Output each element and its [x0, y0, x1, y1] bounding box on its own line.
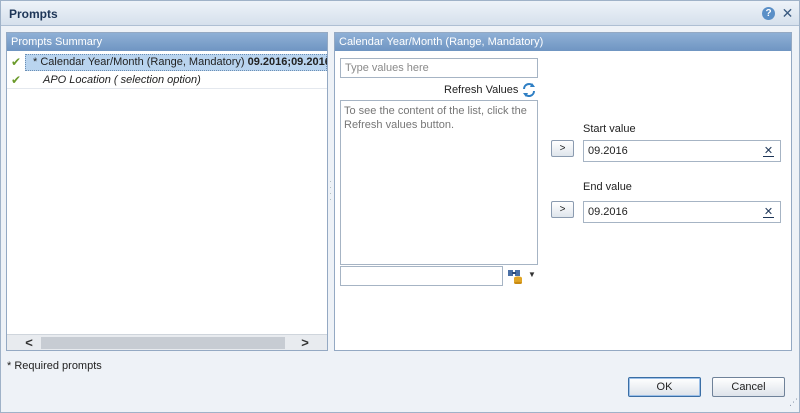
add-start-value-button[interactable]: >: [551, 140, 574, 157]
check-icon: ✔: [11, 55, 22, 69]
prompts-summary-header: Prompts Summary: [7, 33, 327, 51]
scrollbar-thumb[interactable]: [41, 337, 285, 349]
prompt-value: 09.2016;09.2016: [247, 56, 327, 68]
prompt-detail-panel: Calendar Year/Month (Range, Mandatory) R…: [334, 32, 792, 351]
chevron-down-icon[interactable]: ▼: [528, 270, 536, 279]
list-hint-text: To see the content of the list, click th…: [344, 105, 527, 131]
add-end-value-button[interactable]: >: [551, 201, 574, 218]
end-value-field[interactable]: 09.2016 ✕: [583, 201, 781, 223]
scroll-left-icon[interactable]: <: [21, 336, 37, 350]
check-icon: ✔: [11, 73, 22, 87]
start-value-field[interactable]: 09.2016 ✕: [583, 140, 781, 162]
prompt-label: APO Location ( selection option): [43, 74, 201, 86]
prompts-summary-panel: Prompts Summary ✔ * Calendar Year/Month …: [6, 32, 328, 351]
summary-row-text: * Calendar Year/Month (Range, Mandatory)…: [33, 54, 327, 71]
refresh-icon[interactable]: [521, 82, 537, 98]
end-value-text: 09.2016: [588, 206, 628, 218]
horizontal-scrollbar[interactable]: < >: [7, 334, 327, 350]
panel-splitter-handle[interactable]: · · · ·: [329, 178, 332, 204]
summary-row-calendar[interactable]: ✔ * Calendar Year/Month (Range, Mandator…: [7, 54, 327, 71]
values-list[interactable]: To see the content of the list, click th…: [340, 100, 538, 265]
summary-row-apo-location[interactable]: ✔ APO Location ( selection option): [7, 72, 327, 89]
ok-button[interactable]: OK: [628, 377, 701, 397]
end-value-label: End value: [583, 181, 632, 193]
type-values-input[interactable]: [340, 58, 538, 78]
start-value-label: Start value: [583, 123, 636, 135]
list-search-input[interactable]: [340, 266, 503, 286]
dialog-title: Prompts: [9, 7, 58, 21]
clear-icon[interactable]: ✕: [763, 146, 774, 157]
help-icon[interactable]: ?: [762, 7, 775, 20]
resize-grip-icon[interactable]: ⋰: [787, 398, 798, 411]
required-prompts-note: * Required prompts: [7, 360, 102, 372]
start-value-text: 09.2016: [588, 145, 628, 157]
prompt-label: * Calendar Year/Month (Range, Mandatory): [33, 56, 245, 68]
cancel-button[interactable]: Cancel: [712, 377, 785, 397]
prompts-dialog: Prompts ? ✕ Prompts Summary ✔ * Calendar…: [0, 0, 800, 413]
clear-icon[interactable]: ✕: [763, 207, 774, 218]
prompt-detail-header: Calendar Year/Month (Range, Mandatory): [335, 33, 791, 51]
close-icon[interactable]: ✕: [781, 6, 794, 20]
scroll-right-icon[interactable]: >: [297, 336, 313, 350]
search-database-icon[interactable]: [507, 268, 523, 284]
refresh-values-link[interactable]: Refresh Values: [444, 84, 518, 96]
title-bar[interactable]: Prompts ? ✕: [1, 1, 799, 26]
